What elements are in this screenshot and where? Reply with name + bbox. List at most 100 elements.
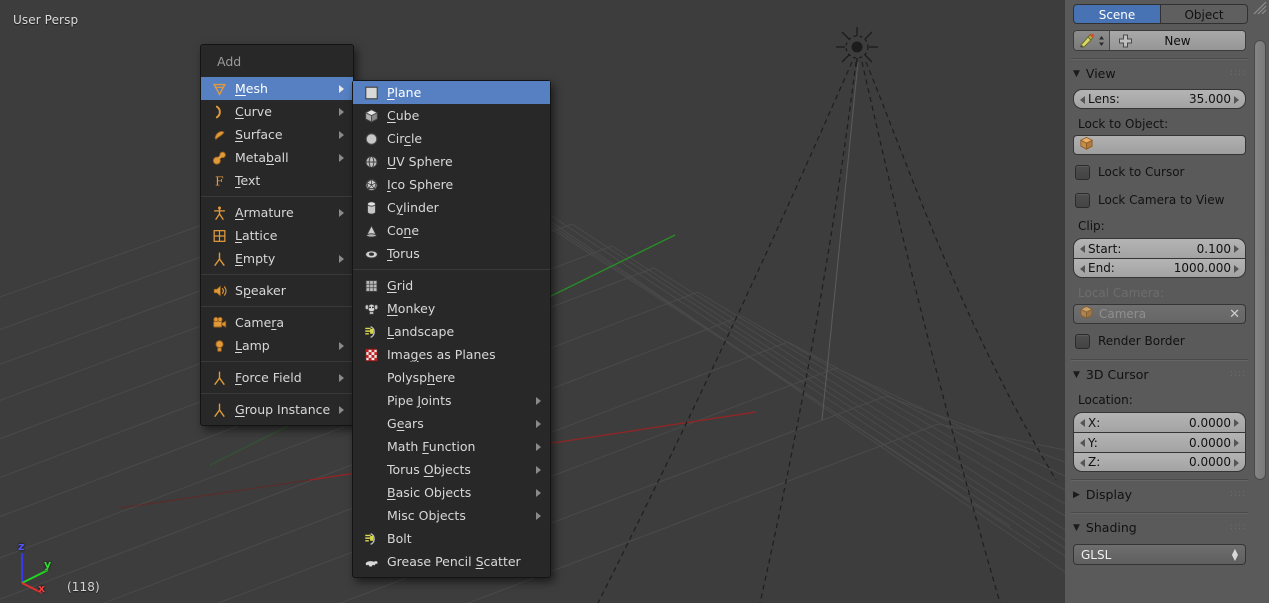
lock-to-cursor-row[interactable]: Lock to Cursor — [1075, 161, 1246, 183]
lock-to-cursor-checkbox[interactable] — [1075, 164, 1090, 180]
decrement-arrow-icon[interactable] — [1080, 459, 1085, 467]
grid-icon — [361, 277, 381, 295]
menu-item-ico-sphere[interactable]: Ico Sphere — [353, 173, 550, 196]
menu-item-bolt[interactable]: Bolt — [353, 527, 550, 550]
decrement-arrow-icon[interactable] — [1080, 439, 1085, 447]
uvsphere-icon — [361, 153, 381, 171]
close-icon[interactable]: ✕ — [1229, 307, 1240, 322]
increment-arrow-icon[interactable] — [1234, 439, 1239, 447]
menu-item-cube[interactable]: Cube — [353, 104, 550, 127]
chevron-right-icon: ▶ — [1073, 489, 1080, 500]
decrement-arrow-icon[interactable] — [1080, 245, 1085, 253]
cube-icon — [361, 107, 381, 125]
decrement-arrow-icon[interactable] — [1080, 419, 1085, 427]
menu-item-mesh[interactable]: Mesh — [201, 77, 353, 100]
menu-item-force-field[interactable]: Force Field — [201, 366, 353, 389]
render-border-checkbox[interactable] — [1075, 333, 1090, 349]
add-menu[interactable]: Add Mesh Curve Surface Metaball F Text A… — [200, 44, 354, 426]
menu-item-label: UV Sphere — [387, 154, 453, 169]
cursor-x-field[interactable]: X: 0.0000 — [1073, 412, 1246, 432]
menu-item-grid[interactable]: Grid — [353, 274, 550, 297]
tab-scene[interactable]: Scene — [1073, 4, 1161, 24]
lock-camera-to-view-row[interactable]: Lock Camera to View — [1075, 189, 1246, 211]
panel-title-3d-cursor: 3D Cursor — [1085, 367, 1149, 382]
menu-item-lattice[interactable]: Lattice — [201, 224, 353, 247]
menu-item-torus-objects[interactable]: Torus Objects — [353, 458, 550, 481]
menu-separator — [201, 361, 353, 362]
render-border-row[interactable]: Render Border — [1075, 330, 1246, 352]
menu-item-surface[interactable]: Surface — [201, 123, 353, 146]
sidebar-tabs: Scene Object — [1065, 0, 1254, 24]
mesh-submenu[interactable]: Plane Cube Circle UV Sphere Ico Sphere C… — [352, 80, 551, 578]
menu-item-pipe-joints[interactable]: Pipe Joints — [353, 389, 550, 412]
menu-item-polysphere[interactable]: Polysphere — [353, 366, 550, 389]
menu-item-landscape[interactable]: Landscape — [353, 320, 550, 343]
brush-browse-icon[interactable] — [1074, 31, 1110, 50]
lock-to-object-field[interactable] — [1073, 135, 1246, 155]
menu-item-grease-pencil-scatter[interactable]: Grease Pencil Scatter — [353, 550, 550, 573]
menu-item-cylinder[interactable]: Cylinder — [353, 196, 550, 219]
menu-separator — [201, 274, 353, 275]
menu-item-camera[interactable]: Camera — [201, 311, 353, 334]
sidebar-scrollbar-track[interactable] — [1254, 0, 1266, 603]
menu-item-torus[interactable]: Torus — [353, 242, 550, 265]
clip-start-field[interactable]: Start: 0.100 — [1073, 238, 1246, 258]
menu-item-label: Torus — [387, 246, 420, 261]
decrement-arrow-icon[interactable] — [1080, 96, 1085, 104]
menu-item-metaball[interactable]: Metaball — [201, 146, 353, 169]
cursor-z-field[interactable]: Z: 0.0000 — [1073, 452, 1246, 472]
menu-item-label: Ico Sphere — [387, 177, 454, 192]
new-datablock-button[interactable]: New — [1110, 31, 1245, 50]
increment-arrow-icon[interactable] — [1234, 265, 1239, 273]
menu-item-basic-objects[interactable]: Basic Objects — [353, 481, 550, 504]
gizmo-z-letter: z — [18, 540, 25, 553]
clip-end-field[interactable]: End: 1000.000 — [1073, 258, 1246, 278]
menu-item-uv-sphere[interactable]: UV Sphere — [353, 150, 550, 173]
increment-arrow-icon[interactable] — [1234, 459, 1239, 467]
menu-item-lamp[interactable]: Lamp — [201, 334, 353, 357]
menu-item-gears[interactable]: Gears — [353, 412, 550, 435]
increment-arrow-icon[interactable] — [1234, 419, 1239, 427]
text-icon: F — [209, 172, 229, 190]
menu-item-empty[interactable]: Empty — [201, 247, 353, 270]
decrement-arrow-icon[interactable] — [1080, 265, 1085, 273]
lamp-stem — [821, 61, 859, 421]
menu-item-math-function[interactable]: Math Function — [353, 435, 550, 458]
menu-item-monkey[interactable]: Monkey — [353, 297, 550, 320]
menu-item-label: Monkey — [387, 301, 436, 316]
tab-object[interactable]: Object — [1161, 4, 1248, 24]
panel-header-3d-cursor[interactable]: ▼ 3D Cursor :::: — [1073, 364, 1246, 385]
panel-header-display[interactable]: ▶ Display :::: — [1073, 484, 1246, 505]
cursor-y-field[interactable]: Y: 0.0000 — [1073, 432, 1246, 452]
cursor-x-value: 0.0000 — [1189, 415, 1231, 430]
menu-item-armature[interactable]: Armature — [201, 201, 353, 224]
menu-item-plane[interactable]: Plane — [353, 81, 550, 104]
local-camera-field[interactable]: Camera ✕ — [1073, 304, 1246, 324]
lock-camera-to-view-checkbox[interactable] — [1075, 192, 1090, 208]
lattice-icon — [209, 227, 229, 245]
menu-item-misc-objects[interactable]: Misc Objects — [353, 504, 550, 527]
menu-item-label: Lattice — [235, 228, 278, 243]
lens-field[interactable]: Lens: 35.000 — [1073, 89, 1246, 109]
shading-method-select[interactable]: GLSL ▲ ▼ — [1073, 544, 1246, 565]
increment-arrow-icon[interactable] — [1234, 96, 1239, 104]
menu-item-cone[interactable]: Cone — [353, 219, 550, 242]
menu-item-label: Grid — [387, 278, 414, 293]
sidebar-scrollbar-thumb[interactable] — [1254, 40, 1266, 480]
panel-title-display: Display — [1085, 487, 1132, 502]
viewport-frame-label: (118) — [67, 580, 100, 594]
camera-object-icon — [1079, 305, 1094, 323]
menu-item-curve[interactable]: Curve — [201, 100, 353, 123]
chevron-down-icon: ▼ — [1073, 68, 1080, 79]
menu-item-images-as-planes[interactable]: Images as Planes — [353, 343, 550, 366]
area-corner-grip-icon[interactable] — [1253, 1, 1267, 15]
datablock-selector[interactable]: New — [1073, 30, 1246, 51]
menu-item-circle[interactable]: Circle — [353, 127, 550, 150]
menu-item-text[interactable]: F Text — [201, 169, 353, 192]
clip-end-value: 1000.000 — [1173, 261, 1231, 275]
menu-item-speaker[interactable]: Speaker — [201, 279, 353, 302]
panel-header-shading[interactable]: ▼ Shading :::: — [1073, 517, 1246, 538]
menu-item-group-instance[interactable]: Group Instance — [201, 398, 353, 421]
panel-header-view[interactable]: ▼ View :::: — [1073, 63, 1246, 84]
increment-arrow-icon[interactable] — [1234, 245, 1239, 253]
